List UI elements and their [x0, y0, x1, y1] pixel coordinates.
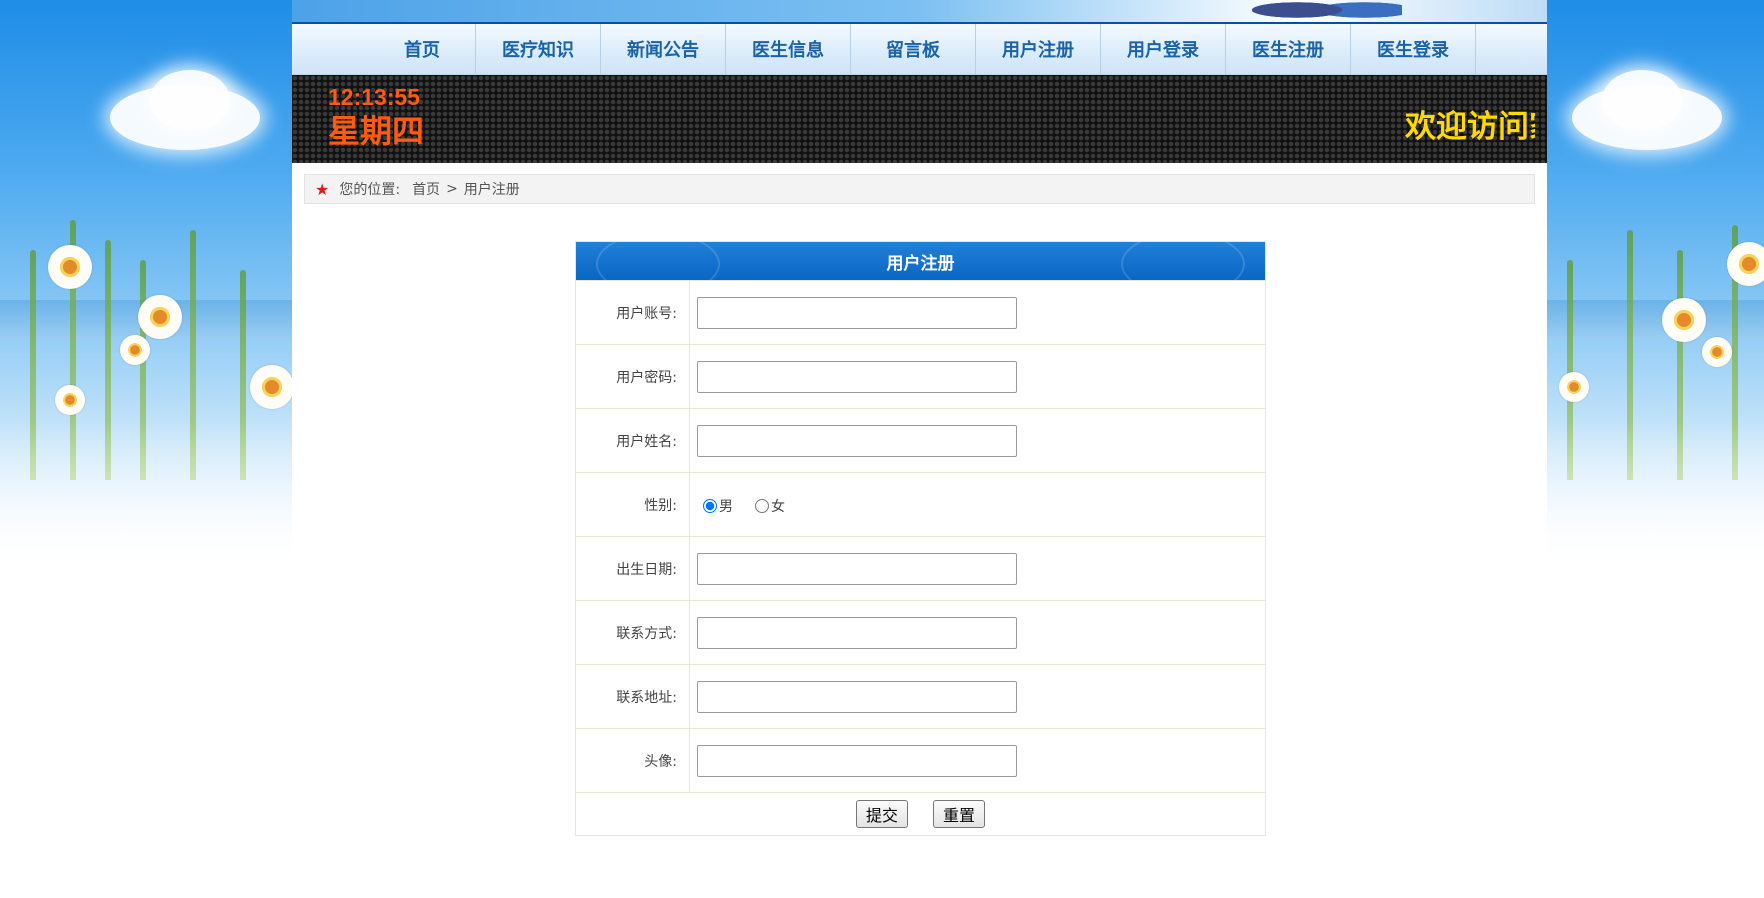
cloud-decoration [150, 70, 230, 130]
form-row-password: 用户密码: [576, 344, 1265, 408]
nav-item-news[interactable]: 新闻公告 [601, 24, 726, 74]
gender-radio-group: 男 女 [697, 493, 801, 516]
daffodil-decoration [48, 245, 92, 289]
form-buttons: 提交 重置 [576, 792, 1265, 835]
gender-label: 性别: [576, 473, 690, 536]
nav-item-user-login[interactable]: 用户登录 [1101, 24, 1226, 74]
cloud-decoration [1602, 70, 1682, 130]
breadcrumb-current: 用户注册 [463, 182, 520, 198]
gender-male-radio[interactable] [703, 499, 717, 513]
banner-image [1252, 0, 1402, 22]
nav-item-medical-knowledge[interactable]: 医疗知识 [476, 24, 601, 74]
form-title: 用户注册 [576, 242, 1265, 280]
birthday-label: 出生日期: [576, 537, 690, 600]
gender-option-female[interactable]: 女 [749, 496, 785, 516]
fade-overlay [1547, 420, 1764, 600]
led-ticker: 12:13:55 星期四 欢迎访问家 [292, 75, 1547, 163]
daffodil-decoration [250, 365, 292, 409]
nav-item-user-register[interactable]: 用户注册 [976, 24, 1101, 74]
account-input[interactable] [697, 296, 1017, 329]
daffodil-decoration [1727, 242, 1764, 286]
gender-female-radio[interactable] [755, 499, 769, 513]
daffodil-decoration [138, 295, 182, 339]
nav-item-home[interactable]: 首页 [369, 24, 476, 74]
daffodil-decoration [120, 335, 150, 365]
header-banner [292, 0, 1547, 24]
nav-item-doctor-register[interactable]: 医生注册 [1226, 24, 1351, 74]
password-label: 用户密码: [576, 345, 690, 408]
gender-female-label: 女 [771, 499, 785, 515]
account-label: 用户账号: [576, 281, 690, 344]
clock-time: 12:13:55 [328, 84, 421, 110]
register-form: 用户注册 用户账号: 用户密码: 用户姓名: 性别: 男 女 出生日期: 联系方… [575, 241, 1266, 836]
name-input[interactable] [697, 424, 1017, 457]
birthday-input[interactable] [697, 552, 1017, 585]
address-label: 联系地址: [576, 665, 690, 728]
reset-button[interactable]: 重置 [933, 800, 986, 828]
avatar-input[interactable] [697, 744, 1017, 777]
address-input[interactable] [697, 680, 1017, 713]
form-row-avatar: 头像: [576, 728, 1265, 792]
welcome-marquee: 欢迎访问家 [1405, 109, 1535, 144]
gender-male-label: 男 [719, 499, 733, 515]
nav-item-message-board[interactable]: 留言板 [851, 24, 976, 74]
submit-button[interactable]: 提交 [855, 800, 908, 828]
clock-weekday: 星期四 [328, 113, 425, 149]
daffodil-decoration [1662, 298, 1706, 342]
breadcrumb: ★ 您的位置: 首页 > 用户注册 [304, 174, 1535, 204]
nav-item-doctor-login[interactable]: 医生登录 [1351, 24, 1476, 74]
password-input[interactable] [697, 360, 1017, 393]
form-row-phone: 联系方式: [576, 600, 1265, 664]
form-row-account: 用户账号: [576, 280, 1265, 344]
nav-item-doctor-info[interactable]: 医生信息 [726, 24, 851, 74]
form-row-birthday: 出生日期: [576, 536, 1265, 600]
fade-overlay [0, 420, 292, 600]
avatar-label: 头像: [576, 729, 690, 792]
left-background-decoration [0, 0, 292, 898]
name-label: 用户姓名: [576, 409, 690, 472]
star-icon: ★ [315, 179, 330, 199]
gender-option-male[interactable]: 男 [697, 496, 733, 516]
daffodil-decoration [55, 385, 85, 415]
daffodil-decoration [1559, 372, 1589, 402]
main-container: 首页 医疗知识 新闻公告 医生信息 留言板 用户注册 用户登录 医生注册 医生登… [292, 0, 1547, 898]
breadcrumb-separator: > [446, 181, 458, 197]
daffodil-decoration [1702, 337, 1732, 367]
main-nav: 首页 医疗知识 新闻公告 医生信息 留言板 用户注册 用户登录 医生注册 医生登… [292, 24, 1547, 75]
right-background-decoration [1547, 0, 1764, 898]
breadcrumb-home-link[interactable]: 首页 [412, 179, 440, 199]
phone-label: 联系方式: [576, 601, 690, 664]
form-row-address: 联系地址: [576, 664, 1265, 728]
phone-input[interactable] [697, 616, 1017, 649]
form-row-name: 用户姓名: [576, 408, 1265, 472]
breadcrumb-prefix: 您的位置: [339, 182, 401, 198]
clock: 12:13:55 星期四 [328, 83, 424, 151]
form-row-gender: 性别: 男 女 [576, 472, 1265, 536]
